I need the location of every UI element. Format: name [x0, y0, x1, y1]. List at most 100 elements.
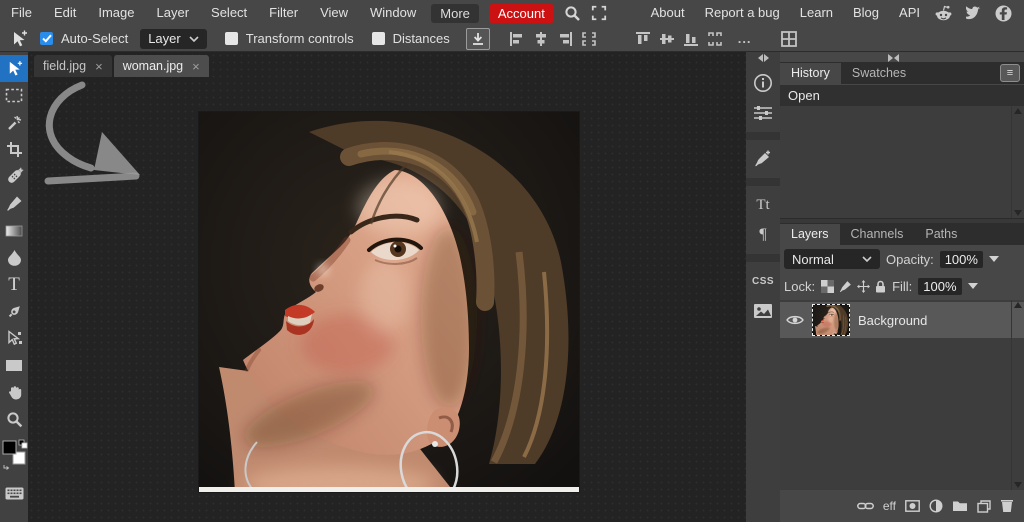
align-left-icon[interactable] [506, 28, 528, 50]
brush-tool[interactable] [0, 190, 28, 217]
twitter-icon[interactable] [960, 0, 986, 26]
panel-collapse-icon[interactable] [757, 54, 769, 62]
new-layer-icon[interactable] [977, 499, 991, 513]
foreground-color-swatch [2, 440, 17, 455]
layers-bottom-bar: eff [780, 490, 1024, 522]
distribute-v-icon[interactable] [704, 28, 726, 50]
hand-tool[interactable] [0, 379, 28, 406]
tab-label: field.jpg [43, 59, 87, 73]
target-select[interactable]: Layer [140, 28, 207, 49]
tab-swatches[interactable]: Swatches [841, 63, 917, 84]
menu-select[interactable]: Select [200, 0, 258, 26]
spot-healing-tool[interactable] [0, 163, 28, 190]
tab-channels[interactable]: Channels [840, 224, 915, 245]
type-tool[interactable]: T [0, 271, 28, 298]
rectangle-shape-tool[interactable] [0, 352, 28, 379]
tab-paths[interactable]: Paths [914, 224, 968, 245]
path-select-tool[interactable] [0, 325, 28, 352]
opacity-slider-toggle[interactable] [988, 256, 999, 262]
align-bottom-icon[interactable] [680, 28, 702, 50]
tab-close-icon[interactable]: × [95, 59, 103, 74]
align-center-h-icon[interactable] [530, 28, 552, 50]
menu-view[interactable]: View [309, 0, 359, 26]
gradient-tool[interactable] [0, 217, 28, 244]
magic-wand-tool[interactable] [0, 109, 28, 136]
color-swatches[interactable] [0, 438, 28, 474]
canvas-image[interactable] [199, 112, 579, 492]
menu-edit[interactable]: Edit [43, 0, 87, 26]
lock-pixels-icon[interactable] [839, 280, 852, 293]
fullscreen-icon[interactable] [586, 0, 612, 26]
fill-slider-toggle[interactable] [967, 283, 978, 289]
auto-select-checkbox[interactable] [40, 32, 53, 45]
pen-tool[interactable] [0, 298, 28, 325]
menu-filter[interactable]: Filter [258, 0, 309, 26]
adjustment-layer-icon[interactable] [929, 499, 943, 513]
delete-layer-trash-icon[interactable] [1000, 499, 1014, 513]
menu-image[interactable]: Image [87, 0, 145, 26]
blend-mode-select[interactable]: Normal [784, 249, 880, 269]
search-icon[interactable] [560, 0, 586, 26]
reddit-icon[interactable] [930, 0, 956, 26]
tab-woman-jpg[interactable]: woman.jpg × [113, 55, 209, 77]
align-middle-icon[interactable] [656, 28, 678, 50]
tab-history[interactable]: History [780, 63, 841, 84]
link-layers-icon[interactable] [856, 501, 874, 511]
distribute-h-icon[interactable] [578, 28, 600, 50]
arrange-windows-icon[interactable] [778, 28, 800, 50]
layer-name[interactable]: Background [858, 313, 927, 328]
lock-transparency-icon[interactable] [821, 279, 835, 293]
lock-label: Lock: [784, 278, 816, 294]
paragraph-panel-icon[interactable]: ¶ [746, 220, 780, 250]
panel-collapse-icon[interactable] [888, 54, 899, 62]
history-item-open[interactable]: Open [780, 85, 1024, 106]
tab-close-icon[interactable]: × [192, 59, 200, 74]
blur-tool[interactable] [0, 244, 28, 271]
keyboard-shortcuts-icon[interactable] [0, 480, 28, 507]
align-right-icon[interactable] [554, 28, 576, 50]
layer-thumbnail[interactable] [812, 304, 850, 336]
rectangle-select-tool[interactable] [0, 82, 28, 109]
history-scrollbar[interactable] [1011, 106, 1023, 218]
menu-about[interactable]: About [641, 0, 695, 26]
crop-tool[interactable] [0, 136, 28, 163]
new-group-folder-icon[interactable] [952, 500, 968, 512]
fill-value[interactable]: 100% [918, 277, 962, 295]
menu-file[interactable]: File [0, 0, 43, 26]
lock-all-icon[interactable] [875, 280, 886, 293]
history-panel-menu-button[interactable]: ≡ [1000, 64, 1020, 82]
info-panel-icon[interactable] [746, 68, 780, 98]
menu-layer[interactable]: Layer [146, 0, 201, 26]
character-panel-icon[interactable]: Tt [746, 190, 780, 220]
distances-checkbox[interactable] [371, 32, 385, 45]
account-button[interactable]: Account [488, 3, 554, 23]
open-place-button[interactable] [465, 27, 490, 50]
history-list[interactable] [780, 106, 1024, 218]
image-panel-icon[interactable] [746, 296, 780, 326]
opacity-value[interactable]: 100% [939, 250, 983, 268]
layer-visibility-eye-icon[interactable] [786, 314, 804, 326]
layer-mask-icon[interactable] [905, 500, 920, 512]
menu-more[interactable]: More [431, 3, 479, 23]
menu-window[interactable]: Window [359, 0, 427, 26]
tab-layers[interactable]: Layers [780, 224, 840, 245]
layers-scrollbar[interactable] [1011, 300, 1023, 490]
lock-position-icon[interactable] [857, 279, 871, 293]
layer-row-background[interactable]: Background [780, 302, 1024, 338]
adjustments-panel-icon[interactable] [746, 98, 780, 128]
layer-list[interactable]: Background [780, 300, 1024, 490]
zoom-tool[interactable] [0, 406, 28, 433]
layer-effects-button[interactable]: eff [883, 499, 896, 513]
menu-api[interactable]: API [889, 0, 930, 26]
align-top-icon[interactable] [632, 28, 654, 50]
tab-field-jpg[interactable]: field.jpg × [34, 55, 112, 77]
more-options[interactable]: ... [734, 31, 756, 46]
menu-learn[interactable]: Learn [790, 0, 843, 26]
move-tool[interactable] [0, 55, 28, 82]
menu-blog[interactable]: Blog [843, 0, 889, 26]
brush-settings-panel-icon[interactable] [746, 144, 780, 174]
transform-controls-checkbox[interactable] [224, 32, 238, 45]
css-panel-icon[interactable]: CSS [746, 266, 780, 296]
facebook-icon[interactable] [990, 0, 1016, 26]
menu-report-bug[interactable]: Report a bug [695, 0, 790, 26]
